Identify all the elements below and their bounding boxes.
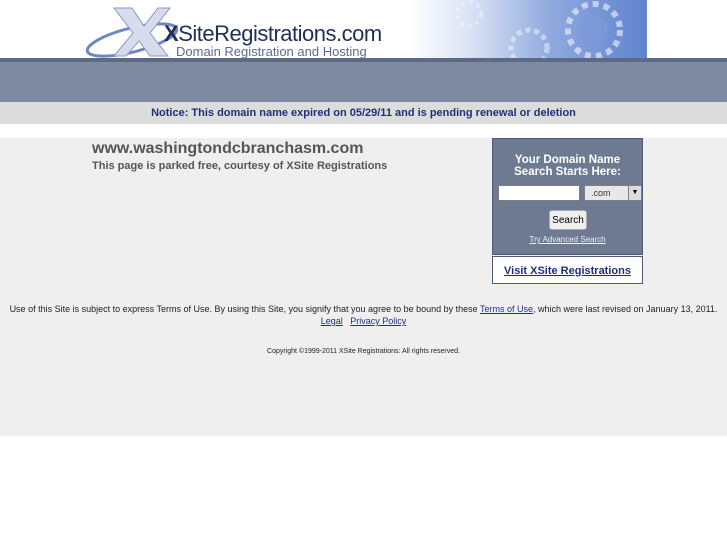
tld-select[interactable]: .com ▼ [584,185,642,201]
header-gears-banner [409,0,647,58]
terms-of-use-text: Use of this Site is subject to express T… [0,303,727,327]
main-content: www.washingtondcbranchasm.com This page … [0,138,727,436]
search-heading: Your Domain Name Search Starts Here: [493,154,642,178]
nav-bar [0,58,727,102]
search-row: .com ▼ [498,185,642,201]
search-heading-line2: Search Starts Here: [514,166,621,178]
logo-brand-rest: SiteRegistrations.com [178,21,382,46]
parked-domain-title: www.washingtondcbranchasm.com [92,140,364,157]
search-button[interactable]: Search [549,210,587,230]
gears-icon [455,0,623,58]
terms-of-use-link[interactable]: Terms of Use [480,304,533,314]
domain-search-input[interactable] [498,185,580,201]
parked-notice-text: This page is parked free, courtesy of XS… [92,160,388,172]
logo-tagline: Domain Registration and Hosting [176,44,367,59]
logo-brand-mark: X [164,21,179,46]
expiry-notice-bar: Notice: This domain name expired on 05/2… [0,102,727,124]
chevron-down-icon[interactable]: ▼ [628,186,641,200]
visit-site-box: Visit XSite Registrations [492,256,643,284]
spacer [0,124,727,138]
terms-text-after: , which were last revised on January 13,… [533,304,718,314]
advanced-search-link[interactable]: Try Advanced Search [493,235,642,244]
domain-search-panel: Your Domain Name Search Starts Here: .co… [492,138,643,255]
site-logo[interactable]: XSiteRegistrations.com Domain Registrati… [84,4,384,59]
search-heading-line1: Your Domain Name [514,154,621,166]
privacy-policy-link[interactable]: Privacy Policy [350,316,406,326]
terms-text-before: Use of this Site is subject to express T… [9,304,480,314]
site-header: XSiteRegistrations.com Domain Registrati… [0,0,727,59]
tld-selected-value: .com [591,188,611,198]
legal-link[interactable]: Legal [321,316,343,326]
visit-xsite-link[interactable]: Visit XSite Registrations [504,265,631,277]
copyright-text: Copyright ©1999-2011 XSite Registrations… [267,348,460,355]
expiry-notice-text: Notice: This domain name expired on 05/2… [151,107,576,119]
